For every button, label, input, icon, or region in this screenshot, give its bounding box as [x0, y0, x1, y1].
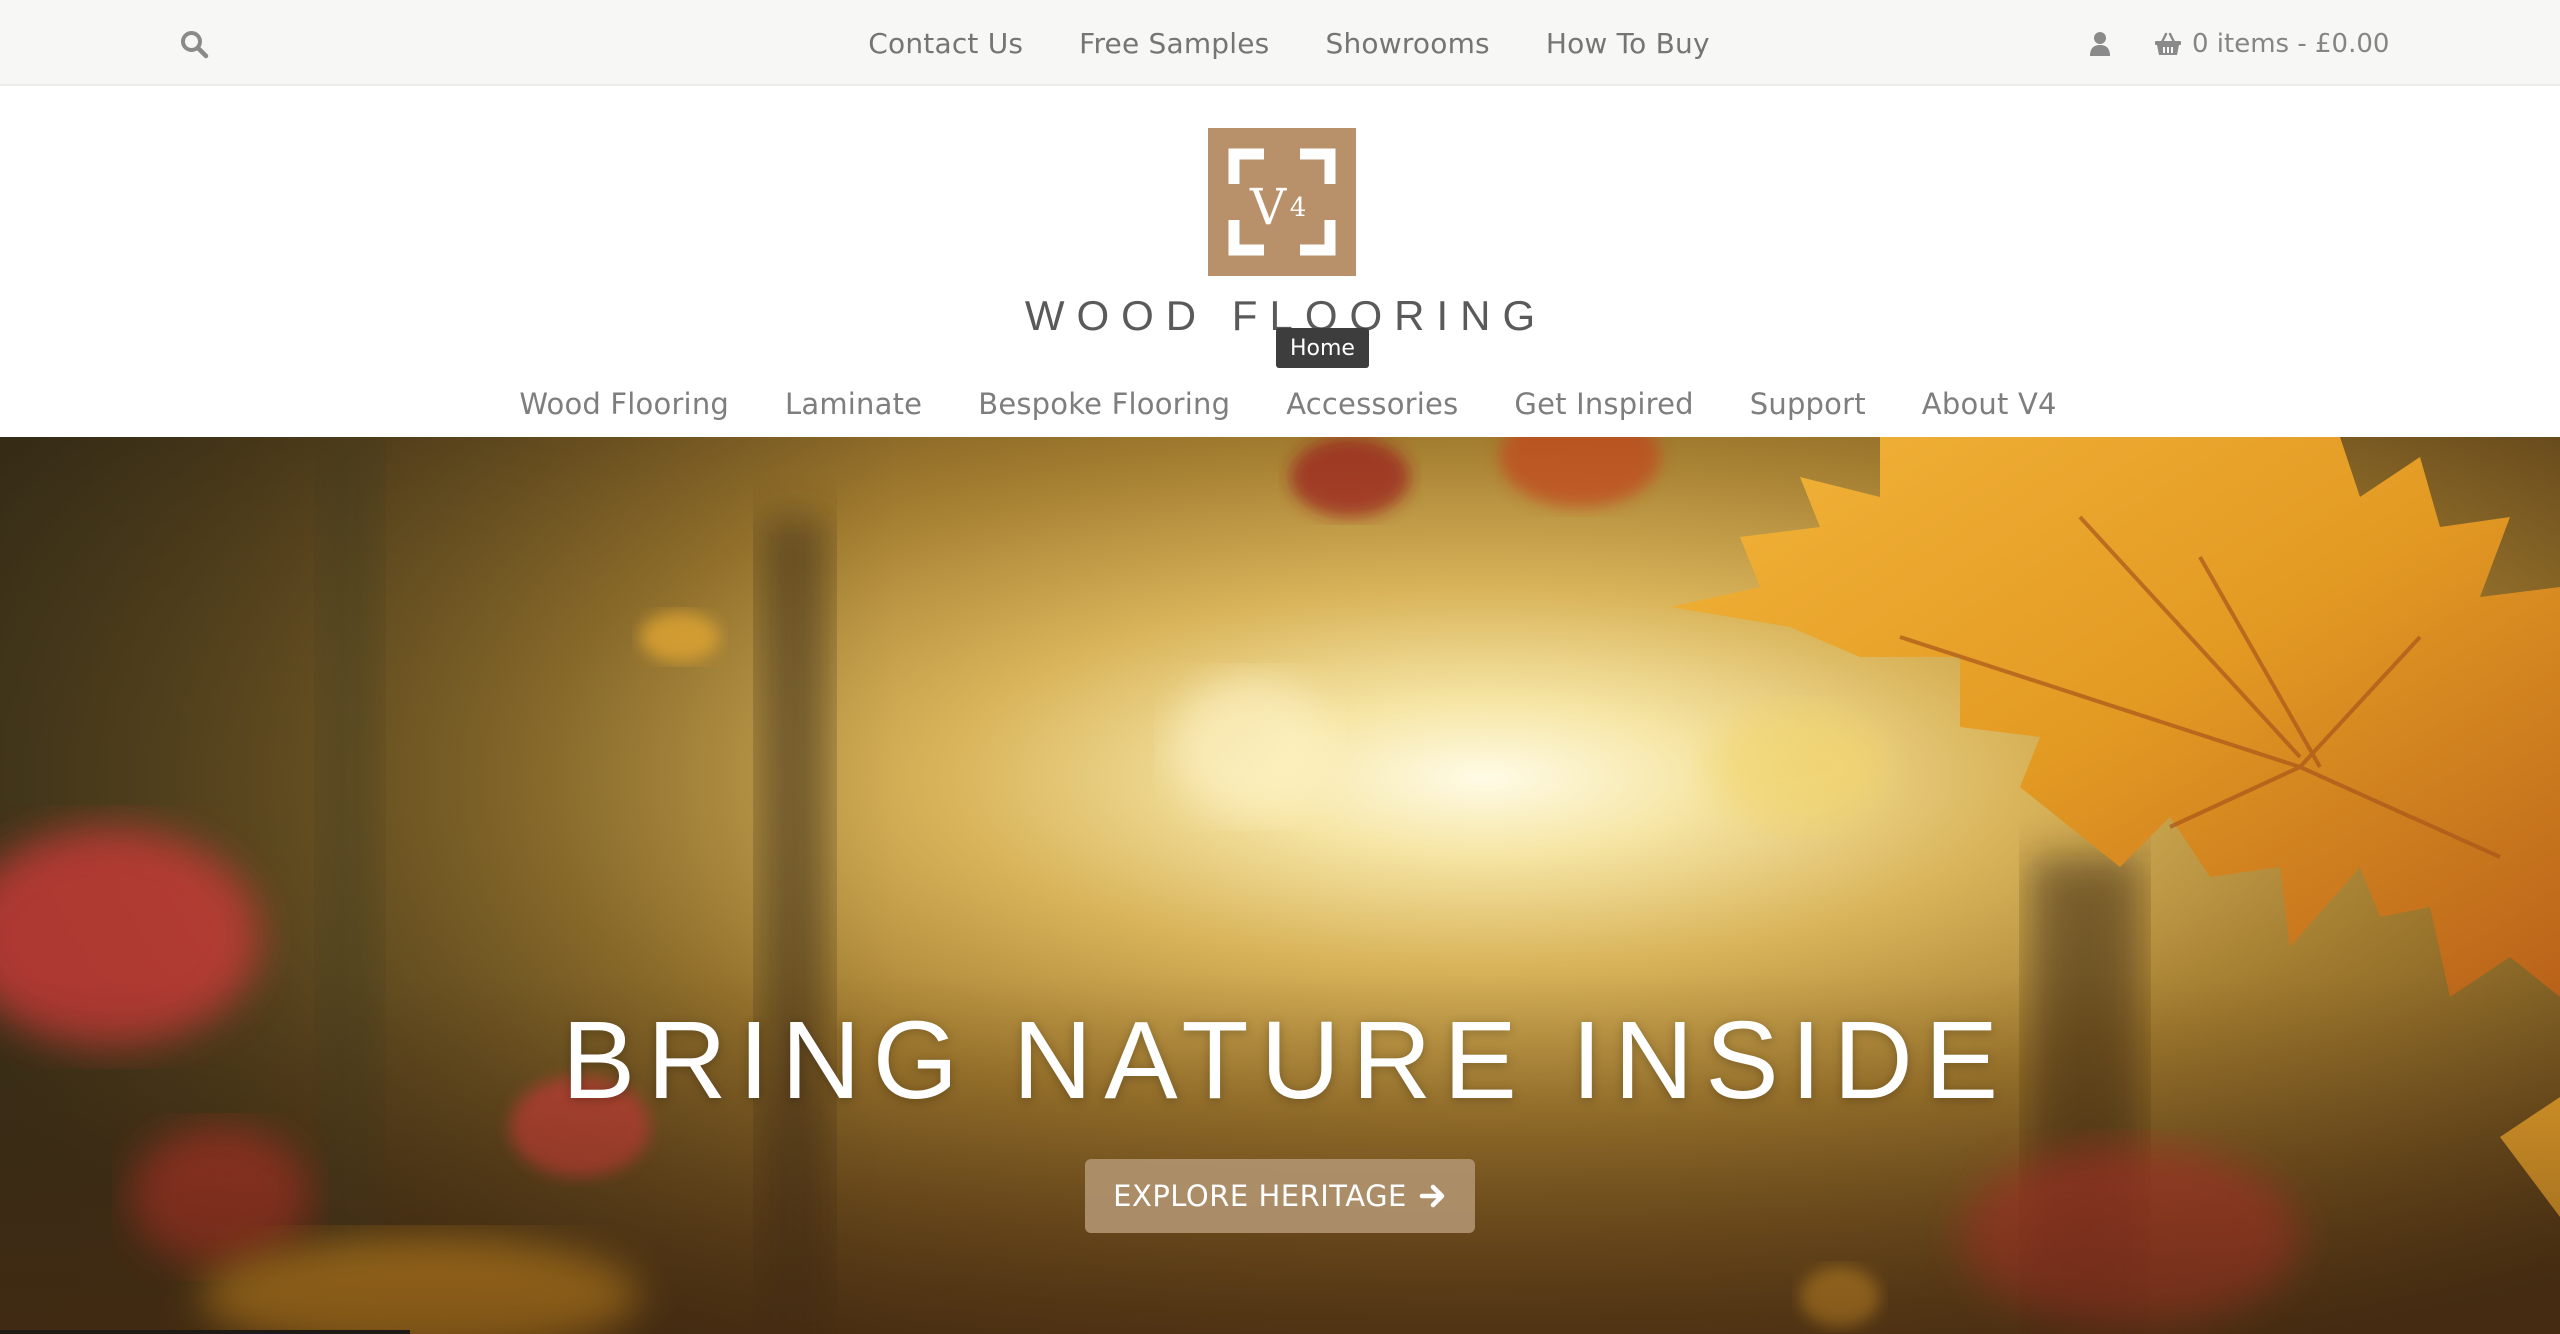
search-icon — [181, 31, 209, 59]
arrow-right-icon — [1419, 1184, 1445, 1208]
nav-item-support[interactable]: Support — [1750, 387, 1866, 421]
hero-banner: BRING NATURE INSIDE EXPLORE HERITAGE — [0, 437, 2560, 1334]
nav-item-wood-flooring[interactable]: Wood Flooring — [519, 387, 729, 421]
how-to-buy-link[interactable]: How To Buy — [1546, 27, 1710, 60]
nav-item-about-v4[interactable]: About V4 — [1922, 387, 2057, 421]
nav-item-get-inspired[interactable]: Get Inspired — [1514, 387, 1693, 421]
nav-item-accessories[interactable]: Accessories — [1286, 387, 1458, 421]
nav-item-bespoke-flooring[interactable]: Bespoke Flooring — [978, 387, 1230, 421]
hero-title: BRING NATURE INSIDE — [561, 999, 2011, 1122]
basket-icon — [2155, 32, 2181, 55]
contact-us-link[interactable]: Contact Us — [868, 27, 1023, 60]
svg-text:4: 4 — [1290, 193, 1307, 223]
slide-progress-bar — [0, 1330, 410, 1334]
search-button[interactable] — [174, 24, 214, 64]
explore-heritage-button[interactable]: EXPLORE HERITAGE — [1085, 1159, 1475, 1233]
explore-heritage-label: EXPLORE HERITAGE — [1113, 1179, 1407, 1213]
showrooms-link[interactable]: Showrooms — [1325, 27, 1489, 60]
nav-item-laminate[interactable]: Laminate — [785, 387, 922, 421]
logo-mark-text: V — [1249, 178, 1287, 236]
utility-bar: Contact Us Free Samples Showrooms How To… — [0, 0, 2560, 86]
logo-home-link[interactable]: V 4 — [1208, 128, 1356, 276]
home-tooltip: Home — [1276, 328, 1369, 368]
cart-label: 0 items - £0.00 — [2192, 29, 2390, 59]
user-icon — [2090, 32, 2110, 56]
main-nav: Wood Flooring Laminate Bespoke Flooring … — [0, 376, 2560, 432]
free-samples-link[interactable]: Free Samples — [1079, 27, 1269, 60]
cart-summary[interactable]: 0 items - £0.00 — [2154, 22, 2389, 66]
v4-logo-mark: V 4 — [1208, 128, 1356, 276]
account-button[interactable] — [2080, 24, 2120, 64]
